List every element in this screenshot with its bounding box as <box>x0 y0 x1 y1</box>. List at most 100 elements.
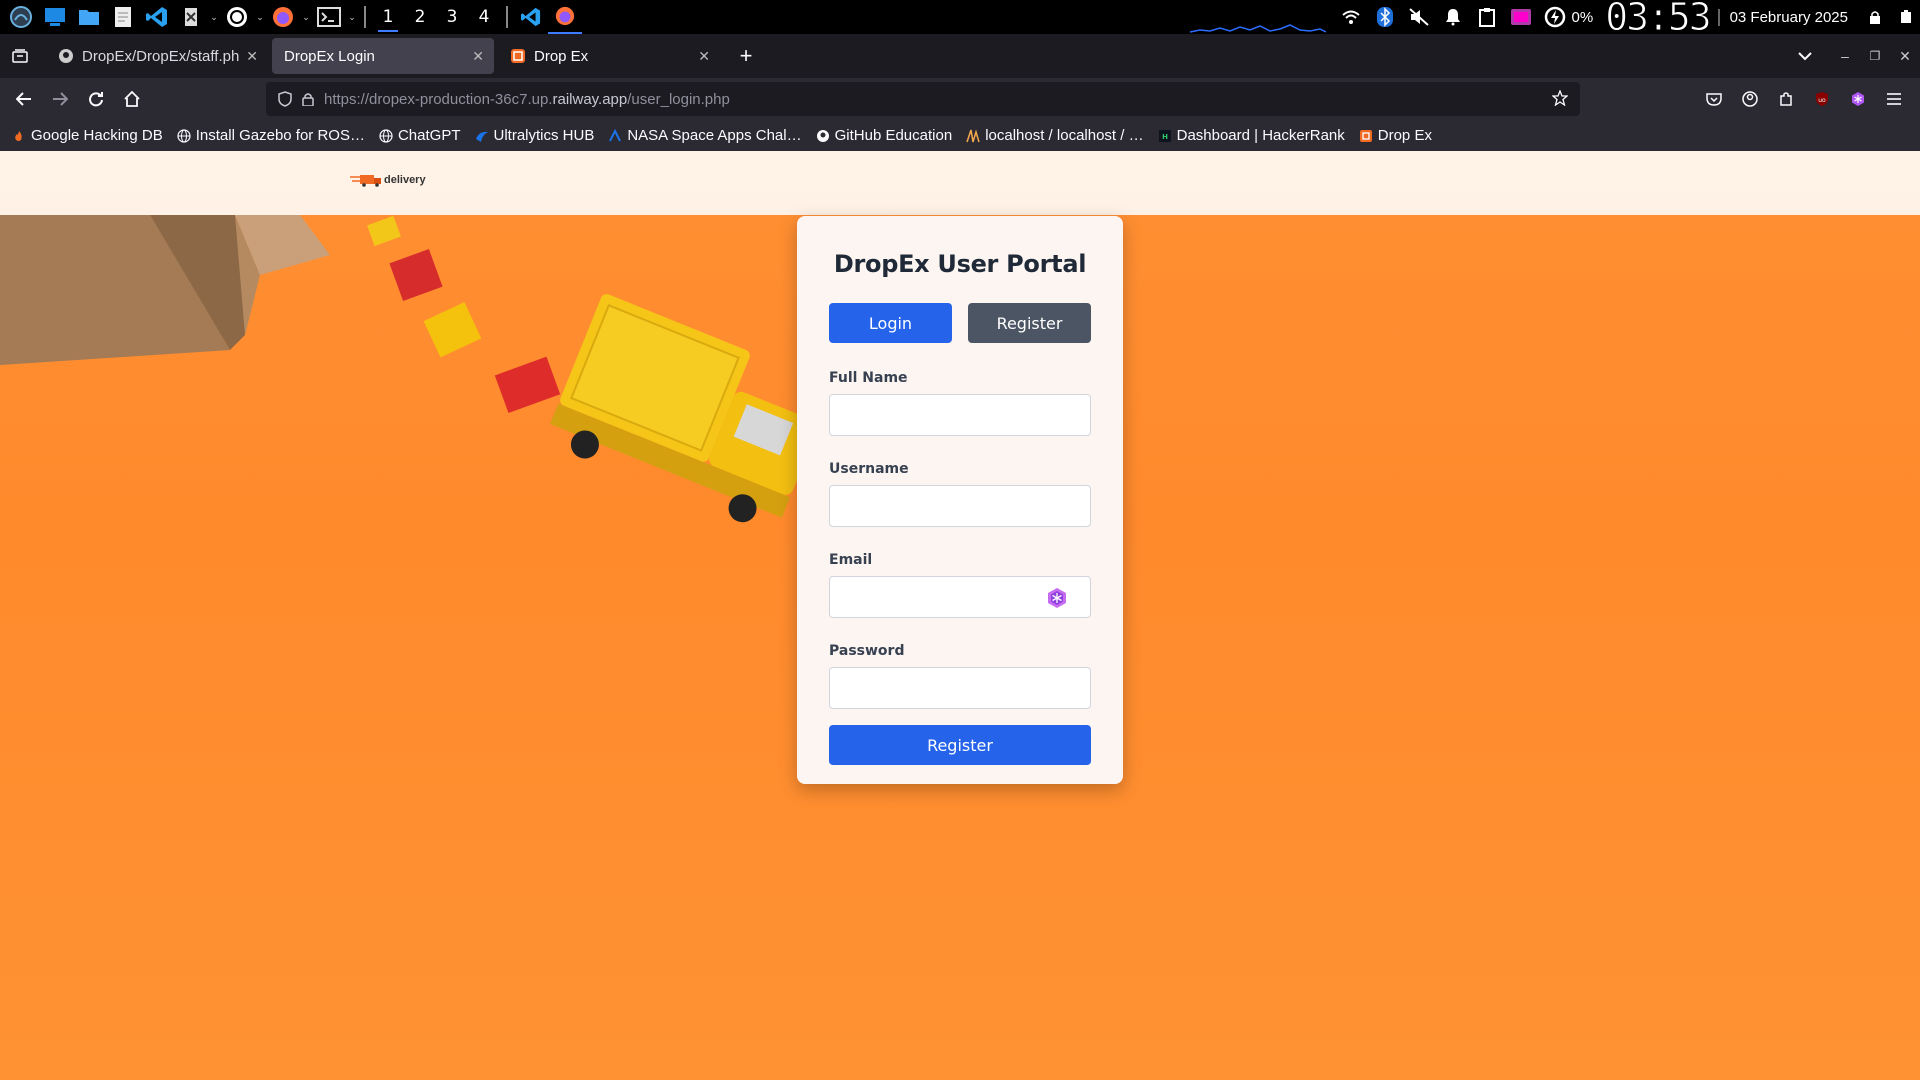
clipboard-icon[interactable] <box>1470 0 1504 34</box>
file-manager-icon[interactable] <box>72 0 106 34</box>
bookmark-localhost-phpmyadmin[interactable]: localhost / localhost / … <box>966 127 1144 144</box>
firefox-window-icon[interactable] <box>548 0 582 34</box>
bookmark-star-icon[interactable] <box>1552 90 1568 106</box>
chevron-down-icon[interactable]: ⌄ <box>346 0 358 34</box>
menu-hamburger-icon[interactable] <box>1876 83 1912 115</box>
reload-icon[interactable] <box>78 83 114 115</box>
url-path: /user_login.php <box>627 90 730 108</box>
proton-pass-icon[interactable] <box>1840 83 1876 115</box>
password-input[interactable] <box>829 667 1091 709</box>
flame-icon <box>12 129 26 143</box>
whatsapp-icon[interactable] <box>220 0 254 34</box>
desktop-icon[interactable] <box>38 0 72 34</box>
bookmark-github-education[interactable]: GitHub Education <box>816 127 953 144</box>
account-icon[interactable] <box>1732 83 1768 115</box>
bookmark-ultralytics-hub[interactable]: Ultralytics HUB <box>475 127 595 144</box>
register-submit-button[interactable]: Register <box>829 725 1091 765</box>
site-header: delivery <box>0 151 1920 215</box>
list-all-tabs-icon[interactable] <box>1780 40 1830 72</box>
close-icon[interactable]: ✕ <box>472 48 484 65</box>
notification-bell-icon[interactable] <box>1436 0 1470 34</box>
page-content: delivery DropEx User Portal Login Regist… <box>0 151 1920 1080</box>
proton-pass-icon[interactable] <box>1046 587 1068 609</box>
bookmark-label: ChatGPT <box>397 127 461 144</box>
terminal-icon[interactable] <box>312 0 346 34</box>
system-date: 03 February 2025 <box>1717 8 1858 26</box>
extensions-icon[interactable] <box>1768 83 1804 115</box>
wifi-icon[interactable] <box>1334 0 1368 34</box>
hackerrank-icon: H <box>1158 129 1172 143</box>
xfce-icon[interactable] <box>174 0 208 34</box>
screenshot-app-icon[interactable] <box>1504 0 1538 34</box>
delivery-truck-icon <box>350 175 381 187</box>
home-icon[interactable] <box>114 83 150 115</box>
launcher-icon[interactable] <box>4 0 38 34</box>
globe-icon <box>379 128 393 143</box>
bookmark-chatgpt[interactable]: ChatGPT <box>379 127 461 144</box>
workspace-1[interactable]: 1 <box>372 0 404 34</box>
vscode-window-icon[interactable] <box>514 0 548 34</box>
workspace-3[interactable]: 3 <box>436 0 468 34</box>
close-icon[interactable]: ✕ <box>246 48 258 65</box>
username-input[interactable] <box>829 485 1091 527</box>
url-prefix: https://dropex-production-36c7.up. <box>324 90 553 108</box>
background-illustration <box>0 215 800 523</box>
system-taskbar: ⌄ ⌄ ⌄ ⌄ 1 2 3 4 0% 03:53 03 February 202… <box>0 0 1920 37</box>
back-arrow-icon[interactable] <box>6 83 42 115</box>
tab-overview-icon[interactable] <box>0 40 40 72</box>
logo-text: delivery <box>384 174 426 186</box>
bookmark-label: GitHub Education <box>834 127 953 144</box>
new-tab-button[interactable]: + <box>728 40 764 72</box>
ublock-icon[interactable]: uo <box>1804 83 1840 115</box>
forward-arrow-icon[interactable] <box>42 83 78 115</box>
tab-github-staff[interactable]: DropEx/DropEx/staff.ph ✕ <box>46 38 268 74</box>
site-logo[interactable]: delivery <box>350 173 426 187</box>
url-domain: railway.app <box>552 90 628 108</box>
bookmark-label: Drop Ex <box>1377 127 1432 144</box>
login-tab-button[interactable]: Login <box>829 303 952 343</box>
bluetooth-icon[interactable] <box>1368 0 1402 34</box>
firefox-icon[interactable] <box>266 0 300 34</box>
navigation-toolbar: https://dropex-production-36c7.up. railwa… <box>0 78 1920 120</box>
address-bar[interactable]: https://dropex-production-36c7.up. railwa… <box>266 82 1580 116</box>
dropex-icon <box>510 48 526 64</box>
tab-label: DropEx Login <box>284 47 375 65</box>
pocket-icon[interactable] <box>1696 83 1732 115</box>
bookmarks-toolbar: Google Hacking DB Install Gazebo for ROS… <box>0 120 1920 151</box>
email-input[interactable] <box>829 576 1091 618</box>
close-icon[interactable]: ✕ <box>698 48 710 65</box>
vscode-icon[interactable] <box>140 0 174 34</box>
bookmark-hackerrank[interactable]: H Dashboard | HackerRank <box>1158 127 1345 144</box>
tab-dropex-login[interactable]: DropEx Login ✕ <box>272 38 494 74</box>
chevron-down-icon[interactable]: ⌄ <box>254 0 266 34</box>
bookmark-drop-ex[interactable]: Drop Ex <box>1359 127 1432 144</box>
shield-icon[interactable] <box>278 91 292 107</box>
bookmark-label: Install Gazebo for ROS… <box>195 127 365 144</box>
restore-button[interactable]: ❐ <box>1860 40 1890 72</box>
bookmark-label: Ultralytics HUB <box>493 127 595 144</box>
lock-icon[interactable] <box>1858 0 1892 34</box>
lock-icon[interactable] <box>302 92 314 106</box>
chevron-down-icon[interactable]: ⌄ <box>208 0 220 34</box>
bookmark-google-hacking-db[interactable]: Google Hacking DB <box>12 127 163 144</box>
tab-drop-ex[interactable]: Drop Ex ✕ <box>498 38 720 74</box>
tab-label: Drop Ex <box>534 47 589 65</box>
dropex-icon <box>1359 129 1373 143</box>
text-editor-icon[interactable] <box>106 0 140 34</box>
chevron-down-icon[interactable]: ⌄ <box>300 0 312 34</box>
workspace-2[interactable]: 2 <box>404 0 436 34</box>
power-icon[interactable] <box>1892 0 1920 34</box>
network-graph <box>1189 0 1326 34</box>
nasa-icon <box>608 128 622 143</box>
close-window-button[interactable]: ✕ <box>1890 40 1920 72</box>
bookmark-nasa-space-apps[interactable]: NASA Space Apps Chal… <box>608 127 802 144</box>
volume-muted-icon[interactable] <box>1402 0 1436 34</box>
battery-charging-icon[interactable] <box>1538 0 1572 34</box>
full-name-input[interactable] <box>829 394 1091 436</box>
workspace-4[interactable]: 4 <box>468 0 500 34</box>
github-icon <box>816 129 830 143</box>
register-tab-button[interactable]: Register <box>968 303 1091 343</box>
bookmark-install-gazebo[interactable]: Install Gazebo for ROS… <box>177 127 365 144</box>
minimize-button[interactable]: – <box>1830 40 1860 72</box>
user-portal-card: DropEx User Portal Login Register Full N… <box>797 216 1123 784</box>
